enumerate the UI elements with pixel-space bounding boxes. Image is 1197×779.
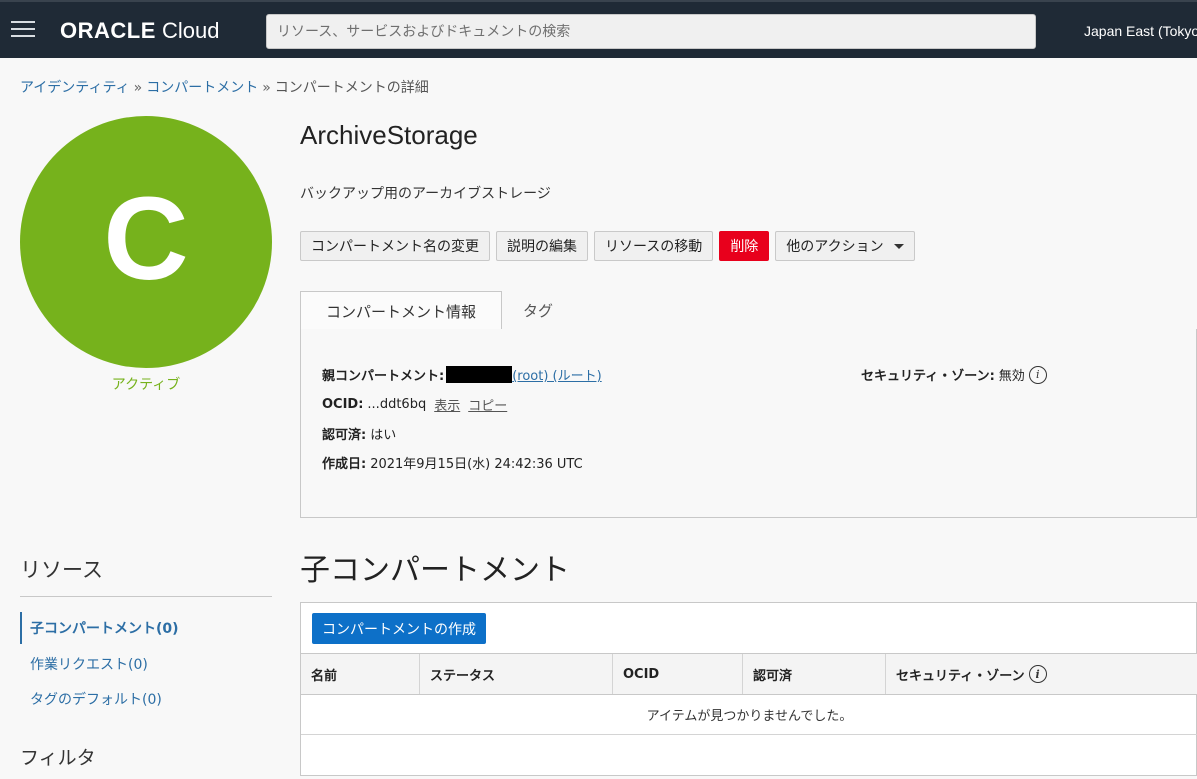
create-compartment-button[interactable]: コンパートメントの作成 <box>312 613 486 644</box>
filter-heading: フィルタ <box>20 747 96 769</box>
authorized-label: 認可済: <box>322 428 367 443</box>
ocid-row: OCID: ...ddt6bq 表示 コピー <box>322 395 507 414</box>
parent-compartment-label: 親コンパートメント: <box>322 369 445 384</box>
resource-tag-defaults[interactable]: タグのデフォルト(0) <box>20 689 162 709</box>
parent-compartment-link[interactable]: (root) (ルート) <box>512 365 601 384</box>
parent-compartment-row: 親コンパートメント: (root) (ルート) <box>322 365 602 384</box>
table-header: 名前 ステータス OCID 認可済 セキュリティ・ゾーン i <box>301 653 1197 695</box>
more-actions-label: 他のアクション <box>786 239 884 255</box>
column-header-security-zone[interactable]: セキュリティ・ゾーン i <box>886 654 1197 694</box>
page-title: ArchiveStorage <box>300 120 478 150</box>
breadcrumb-identity[interactable]: アイデンティティ <box>20 80 130 96</box>
edit-description-button[interactable]: 説明の編集 <box>496 231 588 261</box>
info-icon[interactable]: i <box>1028 365 1047 384</box>
redacted-block <box>446 366 513 383</box>
move-resource-button[interactable]: リソースの移動 <box>594 231 714 261</box>
menu-icon[interactable] <box>11 20 35 38</box>
breadcrumb-separator: » <box>262 80 271 96</box>
oracle-cloud-logo[interactable]: ORACLE Cloud <box>60 18 220 44</box>
search-input[interactable] <box>266 14 1036 49</box>
breadcrumb-separator: » <box>133 80 143 96</box>
region-selector[interactable]: Japan East (Tokyo) <box>1084 23 1197 39</box>
tab-tags[interactable]: タグ <box>502 291 574 330</box>
delete-button[interactable]: 削除 <box>719 231 770 261</box>
security-zone-value: 無効 <box>998 369 1025 384</box>
security-zone-label: セキュリティ・ゾーン: <box>861 369 995 384</box>
breadcrumb-compartments[interactable]: コンパートメント <box>146 80 258 96</box>
status-label: アクティブ <box>111 377 181 393</box>
child-compartments-table: コンパートメントの作成 名前 ステータス OCID 認可済 セキュリティ・ゾーン… <box>300 602 1197 776</box>
info-icon[interactable]: i <box>1028 665 1047 683</box>
top-navigation-bar: ORACLE Cloud Japan East (Tokyo) <box>0 0 1197 58</box>
ocid-copy-link[interactable]: コピー <box>468 395 507 414</box>
compartment-avatar: C <box>20 116 272 368</box>
compartment-description: バックアップ用のアーカイブストレージ <box>300 186 551 202</box>
breadcrumb: アイデンティティ» コンパートメント» コンパートメントの詳細 <box>20 77 429 97</box>
column-header-ocid[interactable]: OCID <box>613 654 743 694</box>
security-zone-row: セキュリティ・ゾーン: 無効 i <box>861 365 1047 384</box>
child-compartments-heading: 子コンパートメント <box>300 553 570 588</box>
created-value: 2021年9月15日(水) 24:42:36 UTC <box>370 457 583 472</box>
created-label: 作成日: <box>322 457 367 472</box>
ocid-value: ...ddt6bq <box>367 397 427 412</box>
resource-child-compartments[interactable]: 子コンパートメント(0) <box>20 612 179 644</box>
caret-down-icon <box>893 243 904 249</box>
breadcrumb-current: コンパートメントの詳細 <box>274 80 429 96</box>
empty-message: アイテムが見つかりませんでした。 <box>301 695 1197 735</box>
resources-heading: リソース <box>20 558 103 582</box>
created-row: 作成日: 2021年9月15日(水) 24:42:36 UTC <box>322 453 583 472</box>
column-header-name[interactable]: 名前 <box>301 654 420 694</box>
action-toolbar: コンパートメント名の変更 説明の編集 リソースの移動 削除 他のアクション <box>300 231 915 261</box>
detail-tabs: コンパートメント情報 タグ <box>300 291 1197 331</box>
ocid-show-link[interactable]: 表示 <box>434 395 460 414</box>
logo-brand: ORACLE <box>60 18 156 43</box>
column-header-authorized[interactable]: 認可済 <box>743 654 886 694</box>
ocid-label: OCID: <box>322 397 364 412</box>
tab-compartment-info[interactable]: コンパートメント情報 <box>300 291 502 331</box>
compartment-info-panel: 親コンパートメント: (root) (ルート) OCID: ...ddt6bq … <box>300 329 1197 518</box>
divider <box>20 596 272 597</box>
resource-work-requests[interactable]: 作業リクエスト(0) <box>20 654 148 674</box>
column-header-security-zone-label: セキュリティ・ゾーン <box>896 668 1025 684</box>
column-header-status[interactable]: ステータス <box>420 654 613 694</box>
logo-product: Cloud <box>162 18 220 43</box>
more-actions-dropdown[interactable]: 他のアクション <box>775 231 915 261</box>
avatar-letter: C <box>103 173 189 305</box>
authorized-row: 認可済: はい <box>322 424 396 443</box>
rename-compartment-button[interactable]: コンパートメント名の変更 <box>300 231 490 261</box>
authorized-value: はい <box>370 428 397 443</box>
